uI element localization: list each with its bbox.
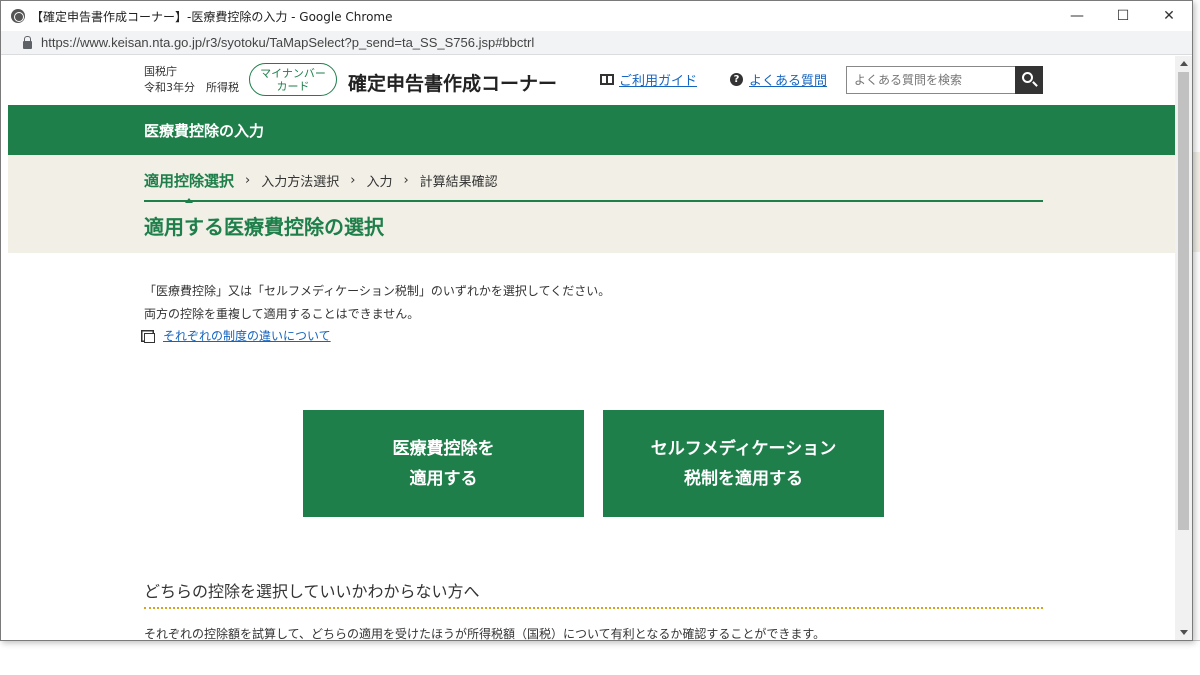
mynumber-label-1: マイナンバー	[260, 67, 326, 80]
chevron-right-icon: ›	[350, 173, 356, 188]
globe-icon	[11, 9, 25, 23]
org-name: 国税庁	[144, 65, 177, 78]
scroll-down-icon[interactable]	[1180, 630, 1188, 635]
close-button[interactable]: ✕	[1146, 1, 1192, 31]
help-heading: どちらの控除を選択していいかわからない方へ	[144, 582, 480, 601]
maximize-button[interactable]: ☐	[1100, 1, 1146, 31]
search-button[interactable]	[1015, 66, 1043, 94]
step-result: 計算結果確認	[419, 175, 498, 190]
mynumber-card-button[interactable]: マイナンバー カード	[249, 63, 337, 96]
title-bar[interactable]: 【確定申告書作成コーナー】-医療費控除の入力 - Google Chrome —…	[1, 1, 1192, 31]
window-title: 【確定申告書作成コーナー】-医療費控除の入力 - Google Chrome	[31, 9, 393, 24]
section-title: 適用する医療費控除の選択	[144, 215, 384, 239]
medical-label-2: 適用する	[409, 468, 478, 489]
self-label-2: 税制を適用する	[684, 468, 803, 489]
mynumber-label-2: カード	[276, 80, 310, 93]
scroll-thumb[interactable]	[1178, 72, 1189, 530]
step-indicator: 適用控除選択 › 入力方法選択 › 入力 › 計算結果確認	[144, 170, 498, 203]
address-bar[interactable]: https://www.keisan.nta.go.jp/r3/syotoku/…	[1, 31, 1192, 55]
tax-year: 令和3年分 所得税	[144, 81, 239, 94]
page-viewport: 国税庁 令和3年分 所得税 マイナンバー カード 確定申告書作成コーナー ご利用…	[8, 56, 1176, 641]
self-label-1: セルフメディケーション	[650, 438, 837, 459]
instructions: 「医療費控除」又は「セルフメディケーション税制」のいずれかを選択してください。 …	[144, 280, 610, 326]
medical-label-1: 医療費控除を	[392, 438, 495, 459]
chevron-right-icon: ›	[245, 173, 251, 188]
page-title: 医療費控除の入力	[144, 122, 265, 140]
step-band: 適用控除選択 › 入力方法選択 › 入力 › 計算結果確認 適用する医療費控除の…	[8, 155, 1176, 253]
site-header: 国税庁 令和3年分 所得税 マイナンバー カード 確定申告書作成コーナー ご利用…	[8, 56, 1176, 106]
new-window-icon	[144, 332, 155, 343]
search-icon	[1022, 72, 1033, 83]
popup-window: 【確定申告書作成コーナー】-医療費控除の入力 - Google Chrome —…	[0, 0, 1193, 641]
search-input[interactable]	[846, 66, 1015, 94]
window-controls: — ☐ ✕	[1054, 1, 1192, 31]
guide-link-group[interactable]: ご利用ガイド	[600, 70, 697, 89]
book-icon	[600, 74, 614, 85]
vertical-scrollbar[interactable]	[1175, 56, 1192, 640]
step-divider	[144, 200, 1043, 202]
url-text[interactable]: https://www.keisan.nta.go.jp/r3/syotoku/…	[41, 35, 534, 50]
help-body: それぞれの控除額を試算して、どちらの適用を受けたほうが所得税額（国税）について有…	[144, 627, 826, 641]
step-input-method: 入力方法選択	[261, 175, 340, 190]
step-deduction-select: 適用控除選択	[144, 172, 235, 203]
faq-search	[846, 66, 1043, 94]
background-bottom	[0, 640, 1200, 675]
diff-link-group[interactable]: それぞれの制度の違いについて	[144, 327, 331, 344]
instruction-line-1: 「医療費控除」又は「セルフメディケーション税制」のいずれかを選択してください。	[144, 284, 611, 298]
diff-link[interactable]: それぞれの制度の違いについて	[163, 327, 331, 344]
minimize-button[interactable]: —	[1054, 1, 1100, 31]
faq-link-group[interactable]: ? よくある質問	[730, 70, 827, 89]
step-input: 入力	[366, 175, 393, 190]
lock-icon[interactable]	[23, 35, 32, 49]
apply-self-medication-button[interactable]: セルフメディケーション 税制を適用する	[603, 410, 884, 517]
help-divider	[144, 607, 1043, 609]
guide-link[interactable]: ご利用ガイド	[619, 70, 697, 89]
scroll-up-icon[interactable]	[1180, 61, 1188, 66]
faq-link[interactable]: よくある質問	[749, 70, 827, 89]
instruction-line-2: 両方の控除を重複して適用することはできません。	[144, 307, 420, 321]
apply-medical-deduction-button[interactable]: 医療費控除を 適用する	[303, 410, 584, 517]
chevron-right-icon: ›	[403, 173, 409, 188]
question-icon: ?	[730, 73, 743, 86]
page-title-bar: 医療費控除の入力	[8, 105, 1176, 155]
site-title: 確定申告書作成コーナー	[348, 73, 558, 95]
org-label: 国税庁 令和3年分 所得税	[144, 64, 239, 96]
